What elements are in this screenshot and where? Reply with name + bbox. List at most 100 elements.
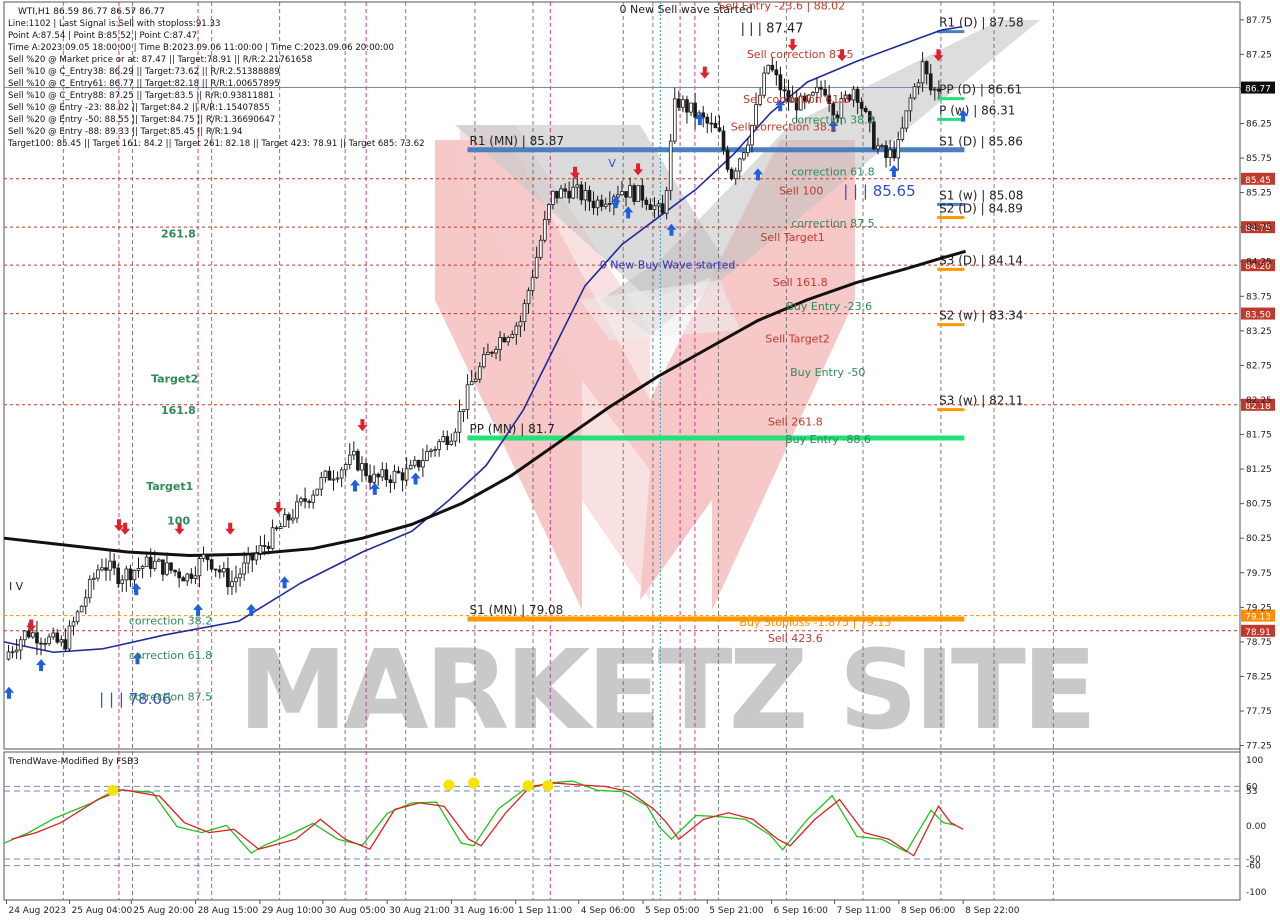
candle-body — [449, 440, 454, 445]
candle-body — [437, 441, 441, 450]
trading-chart[interactable]: MARKETZ SITE R1 (MN) | 85.87 PP (MN) | 81… — [0, 0, 1280, 920]
chart-annotation: I V — [9, 580, 24, 593]
candle-body — [652, 205, 657, 210]
candle-body — [157, 559, 161, 562]
candle-body — [904, 110, 909, 129]
candle-body — [222, 568, 226, 573]
indicator-signal-dot — [468, 777, 480, 789]
candle — [632, 183, 636, 206]
candle — [729, 167, 734, 181]
candle-body — [234, 577, 238, 583]
candle-body — [26, 630, 31, 638]
candle-body — [632, 185, 636, 202]
candle-body — [250, 554, 255, 561]
candle-body — [104, 567, 108, 571]
candle-body — [59, 639, 64, 643]
pivot-label: S1 (D) | 85.86 — [939, 134, 1023, 148]
candle-body — [937, 88, 941, 92]
date-tick-label: 25 Aug 20:00 — [133, 906, 194, 916]
candle-body — [445, 436, 450, 445]
candle-body — [193, 575, 198, 579]
candle-body — [660, 203, 665, 214]
candle-body — [169, 562, 173, 571]
candle-body — [311, 494, 316, 503]
candle-body — [368, 475, 372, 483]
candle-body — [920, 61, 925, 84]
candle-body — [408, 464, 413, 470]
candle-body — [819, 86, 823, 90]
candle-body — [83, 597, 88, 607]
candle-body — [63, 639, 68, 650]
candle-body — [87, 578, 92, 599]
candle — [636, 185, 641, 202]
info-line: Sell %20 @ Entry -88: 89.33 || Target:85… — [8, 127, 242, 137]
date-tick-label: 8 Sep 22:00 — [965, 906, 1020, 916]
candle-body — [364, 463, 368, 477]
candle-body — [534, 256, 539, 278]
chart-annotation: Sell 161.8 — [773, 276, 828, 289]
candle-body — [209, 559, 214, 570]
pivot-label: PP (D) | 86.61 — [939, 83, 1022, 97]
price-tick-label: 87.25 — [1246, 50, 1272, 60]
price-tick-label: 83.25 — [1246, 327, 1272, 337]
chart-annotation: correction 61.8 — [129, 649, 212, 662]
date-tick-label: 24 Aug 2023 — [8, 906, 66, 916]
info-line: Sell %10 @ C_Entry38: 86.29 || Target:73… — [8, 67, 280, 77]
candle-body — [380, 469, 385, 478]
candle-body — [490, 351, 494, 354]
candle-body — [721, 130, 726, 151]
candle-body — [579, 184, 584, 201]
date-tick-label: 7 Sep 11:00 — [837, 906, 892, 916]
candle-body — [547, 204, 551, 220]
pivot-label: S1 (MN) | 79.08 — [470, 603, 564, 617]
candle-body — [603, 203, 608, 207]
candle-body — [477, 366, 482, 380]
price-tick-label: 86.25 — [1246, 119, 1272, 129]
target-level-label: 78.91 — [1245, 628, 1271, 638]
candle-body — [392, 470, 397, 484]
candle-body — [205, 554, 210, 561]
candle-body — [664, 190, 669, 214]
pivot-label: R1 (D) | 87.58 — [939, 16, 1023, 30]
chart-annotation: 0 New Buy Wave started — [600, 259, 736, 272]
candle-body — [185, 573, 190, 582]
indicator-signal-dot — [522, 780, 534, 792]
candle-body — [116, 567, 121, 584]
date-tick-label: 29 Aug 10:00 — [262, 906, 323, 916]
candle-body — [226, 568, 230, 588]
candle-body — [343, 464, 348, 471]
candle-body — [238, 573, 242, 579]
indicator-signal-dot — [107, 784, 119, 796]
info-line: Line:1102 | Last Signal is:Sell with sto… — [8, 19, 220, 29]
candle-body — [433, 449, 437, 451]
candle-body — [100, 567, 104, 571]
candle-body — [648, 204, 653, 210]
candle-body — [201, 554, 206, 559]
pivot-label: S2 (w) | 83.34 — [939, 309, 1023, 323]
candle-body — [681, 99, 685, 108]
candle-body — [888, 149, 892, 159]
candle-body — [514, 325, 519, 335]
candle-body — [335, 477, 340, 480]
candle-body — [884, 145, 888, 159]
candle-body — [465, 384, 470, 411]
candle-body — [140, 565, 145, 569]
candle-body — [693, 102, 697, 118]
candle-body — [181, 577, 186, 582]
candle-body — [315, 488, 320, 496]
price-tick-label: 80.25 — [1246, 534, 1272, 544]
candle-body — [482, 354, 486, 368]
target-level-label: 79.13 — [1245, 613, 1271, 623]
candle-body — [108, 560, 112, 571]
pivot-label: S1 (w) | 85.08 — [939, 188, 1023, 202]
candle-body — [530, 277, 535, 291]
candle — [79, 605, 84, 613]
candle-body — [14, 649, 19, 653]
candle-body — [591, 200, 596, 209]
date-tick-label: 5 Sep 21:00 — [709, 906, 764, 916]
candle-body — [417, 459, 421, 468]
candle-body — [892, 149, 896, 159]
chart-annotation: Target1 — [146, 480, 193, 493]
candle-body — [932, 88, 937, 91]
chart-annotation: correction 87.5 — [791, 217, 874, 230]
